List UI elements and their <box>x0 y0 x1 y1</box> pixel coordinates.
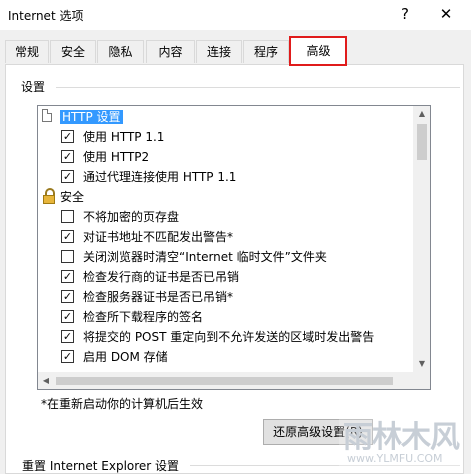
horizontal-scrollbar[interactable]: ◀ ▶ <box>38 372 430 389</box>
settings-group-label: 设置 <box>21 80 46 94</box>
settings-group-divider <box>56 87 460 88</box>
reset-group-label: 重置 Internet Explorer 设置 <box>22 459 180 473</box>
option-label: 启用 DOM 存储 <box>83 350 168 364</box>
tab-highlight-box <box>289 36 347 66</box>
option-label: 通过代理连接使用 HTTP 1.1 <box>83 170 237 184</box>
vertical-scroll-thumb[interactable] <box>417 124 427 160</box>
window-title: Internet 选项 <box>8 9 84 23</box>
scroll-down-icon[interactable]: ▼ <box>414 356 430 372</box>
option-label: 使用 HTTP2 <box>83 150 150 164</box>
tab-privacy[interactable]: 隐私 <box>97 40 144 63</box>
scroll-left-icon[interactable]: ◀ <box>38 372 54 389</box>
page-icon <box>42 109 52 122</box>
checkbox[interactable]: ✓ <box>61 330 74 343</box>
checkbox[interactable]: ✓ <box>61 290 74 303</box>
category-label: HTTP 设置 <box>60 110 123 124</box>
tab-general[interactable]: 常规 <box>5 40 49 63</box>
checkbox[interactable]: ✓ <box>61 310 74 323</box>
lock-icon <box>42 188 56 205</box>
checkbox[interactable]: ✓ <box>61 270 74 283</box>
option-label: 关闭浏览器时清空“Internet 临时文件”文件夹 <box>83 250 327 264</box>
vertical-scrollbar[interactable]: ▲ ▼ <box>413 106 430 372</box>
checkbox[interactable]: ✓ <box>61 150 74 163</box>
option-label: 使用 HTTP 1.1 <box>83 130 165 144</box>
tab-connections[interactable]: 连接 <box>196 40 242 63</box>
close-button[interactable]: ✕ <box>436 4 456 24</box>
option-label: 将提交的 POST 重定向到不允许发送的区域时发出警告 <box>83 330 375 344</box>
checkbox[interactable]: ✓ <box>61 130 74 143</box>
scroll-up-icon[interactable]: ▲ <box>414 106 430 122</box>
scrollbar-corner <box>414 372 430 389</box>
option-label: 对证书地址不匹配发出警告* <box>83 230 234 244</box>
checkbox[interactable]: ✓ <box>61 230 74 243</box>
checkbox[interactable]: ✓ <box>61 170 74 183</box>
option-label: 不将加密的页存盘 <box>83 210 180 224</box>
option-label: 检查服务器证书是否已吊销* <box>83 290 234 304</box>
restart-note: *在重新启动你的计算机后生效 <box>41 397 204 411</box>
title-bar: Internet 选项 ? ✕ <box>0 0 471 30</box>
tab-security[interactable]: 安全 <box>50 40 96 63</box>
help-button[interactable]: ? <box>395 4 415 24</box>
checkbox[interactable] <box>61 210 74 223</box>
watermark-logo: 雨林木风 www.YLMFU.COM <box>339 410 461 470</box>
horizontal-scroll-thumb[interactable] <box>56 377 393 385</box>
category-label: 安全 <box>60 190 85 204</box>
checkbox[interactable]: ✓ <box>61 350 74 363</box>
tab-strip: 常规 安全 隐私 内容 连接 程序 高级 <box>0 37 471 66</box>
option-label: 检查所下载程序的签名 <box>83 310 204 324</box>
option-label: 检查发行商的证书是否已吊销 <box>83 270 240 284</box>
tab-content[interactable]: 内容 <box>146 40 195 63</box>
tab-programs[interactable]: 程序 <box>243 40 289 63</box>
settings-tree[interactable]: HTTP 设置 ✓ 使用 HTTP 1.1 ✓ 使用 HTTP2 ✓ 通过代理连… <box>37 105 431 390</box>
checkbox[interactable] <box>61 250 74 263</box>
watermark-title: 雨林木风 <box>343 420 460 455</box>
watermark-url: www.YLMFU.COM <box>347 452 443 465</box>
